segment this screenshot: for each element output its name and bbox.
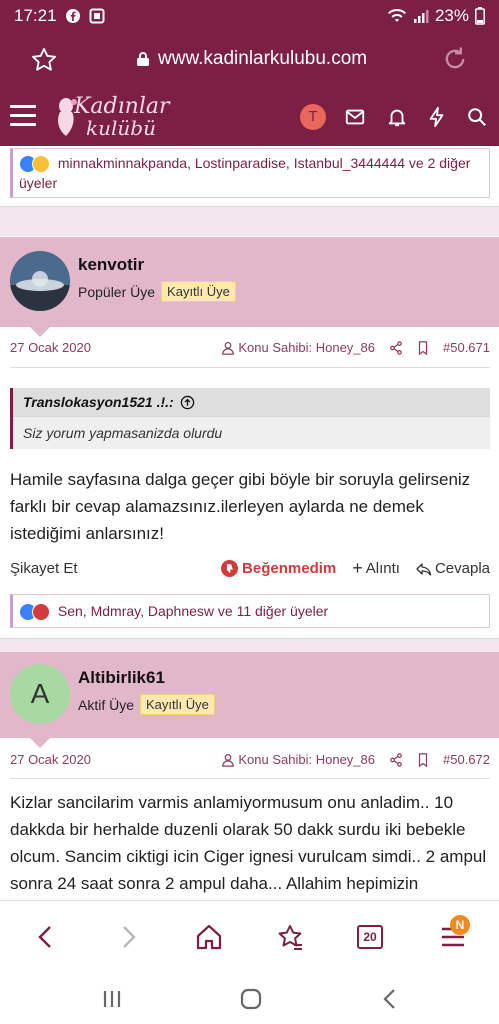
post-number[interactable]: #50.671 [443, 340, 490, 355]
menu-icon[interactable] [10, 105, 36, 127]
post-meta: 27 Ocak 2020 Konu Sahibi: Honey_86 #50.6… [10, 340, 490, 355]
battery-icon [475, 7, 485, 25]
avatar[interactable]: A [10, 664, 70, 724]
logo-text-line2: kulübü [86, 116, 156, 140]
back-icon[interactable] [34, 923, 58, 951]
forward-icon[interactable] [116, 923, 140, 951]
mail-icon[interactable] [344, 106, 366, 128]
role-text: Aktif Üye [78, 696, 135, 713]
reply-button[interactable]: Cevapla [416, 560, 490, 577]
dislike-label: Beğenmedim [242, 560, 337, 577]
dislike-reaction-icon [32, 603, 50, 622]
bell-icon[interactable] [386, 106, 408, 128]
user-role: Popüler Üye Kayıtlı Üye [78, 281, 236, 302]
reaction-users: minnakminnakpanda, Lostinparadise, Istan… [19, 155, 471, 192]
bookmark-icon[interactable] [417, 752, 429, 767]
quote-text: Siz yorum yapmasanizda olurdu [13, 417, 490, 449]
quote-header[interactable]: Translokasyon1521 .!.: [13, 388, 490, 417]
bookmarks-icon[interactable] [276, 923, 304, 951]
post-date[interactable]: 27 Ocak 2020 [10, 340, 91, 355]
member-badge: Kayıtlı Üye [161, 281, 236, 302]
screenshot-icon [89, 8, 105, 24]
user-icon [222, 341, 235, 355]
bookmark-icon[interactable] [417, 340, 429, 355]
recent-apps-icon[interactable] [100, 986, 124, 1012]
reload-icon[interactable] [441, 44, 469, 74]
tabs-button[interactable]: 20 [357, 925, 383, 949]
post-author-block: A Altibirlik61 Aktif Üye Kayıtlı Üye [0, 652, 499, 738]
arrow-up-circle-icon[interactable] [180, 395, 195, 410]
plus-icon: + [352, 558, 363, 578]
report-link[interactable]: Şikayet Et [10, 560, 78, 577]
user-icon [222, 753, 235, 767]
menu-notification-badge: N [450, 915, 470, 935]
thread-owner: Konu Sahibi: Honey_86 [221, 340, 375, 355]
search-icon[interactable] [466, 106, 488, 128]
post-separator [0, 638, 499, 652]
home-icon[interactable] [195, 923, 223, 951]
thread-owner-text: Konu Sahibi: Honey_86 [238, 752, 375, 767]
post-meta: 27 Ocak 2020 Konu Sahibi: Honey_86 #50.6… [10, 752, 490, 767]
user-role: Aktif Üye Kayıtlı Üye [78, 694, 215, 715]
reply-label: Cevapla [434, 560, 490, 577]
quote-author: Translokasyon1521 .!.: [23, 394, 174, 410]
lock-icon [137, 52, 149, 66]
user-avatar[interactable]: T [300, 104, 326, 130]
quote-label: Alıntı [365, 560, 400, 577]
thread-owner: Konu Sahibi: Honey_86 [221, 752, 375, 767]
battery-percent: 23% [434, 6, 469, 25]
site-header: Kadınlar kulübü T [0, 88, 499, 146]
post-actions: Şikayet Et Beğenmedim + Alıntı Cevapla [10, 558, 490, 579]
post-body: Kizlar sancilarim varmis anlamiyormusum … [10, 793, 487, 893]
member-badge: Kayıtlı Üye [140, 694, 215, 715]
wifi-icon [387, 8, 406, 22]
thread-content: minnakminnakpanda, Lostinparadise, Istan… [0, 146, 499, 900]
quote-button[interactable]: + Alıntı [352, 558, 400, 579]
dislike-button[interactable]: Beğenmedim [221, 560, 336, 577]
reaction-summary[interactable]: minnakminnakpanda, Lostinparadise, Istan… [10, 148, 490, 199]
bookmark-star-icon[interactable] [30, 46, 58, 74]
role-text: Popüler Üye [78, 283, 156, 300]
browser-url-bar: www.kadinlarkulubu.com [0, 32, 499, 88]
thumbs-down-icon [221, 560, 239, 577]
lightning-icon[interactable] [426, 106, 448, 128]
username[interactable]: Altibirlik61 [78, 668, 165, 688]
url-text: www.kadinlarkulubu.com [158, 48, 368, 69]
status-bar: 17:21 23% [0, 0, 499, 32]
reaction-icons [19, 155, 50, 174]
quote-block: Translokasyon1521 .!.: Siz yorum yapmasa… [10, 388, 490, 449]
reaction-icons [19, 603, 50, 622]
signal-icon [413, 10, 429, 23]
browser-toolbar: 20 N [0, 900, 499, 976]
reply-icon [416, 562, 432, 576]
post-separator [0, 206, 499, 236]
author-notch [30, 327, 50, 337]
system-nav-bar [0, 976, 499, 1024]
username[interactable]: kenvotir [78, 255, 144, 275]
avatar-image [10, 251, 70, 311]
status-time: 17:21 [14, 6, 57, 25]
meta-divider [10, 778, 490, 779]
home-button-icon[interactable] [238, 986, 264, 1012]
reaction-summary[interactable]: Sen, Mdmray, Daphnesw ve 11 diğer üyeler [10, 594, 490, 629]
post-number[interactable]: #50.672 [443, 752, 490, 767]
address-field[interactable]: www.kadinlarkulubu.com [136, 48, 367, 70]
post-author-block: kenvotir Popüler Üye Kayıtlı Üye [0, 237, 499, 327]
share-icon[interactable] [389, 752, 403, 767]
facebook-icon [65, 9, 80, 23]
system-back-icon[interactable] [378, 986, 402, 1012]
thread-owner-text: Konu Sahibi: Honey_86 [238, 340, 375, 355]
share-icon[interactable] [389, 340, 403, 355]
meta-divider [10, 367, 490, 368]
reaction-users: Sen, Mdmray, Daphnesw ve 11 diğer üyeler [57, 603, 329, 619]
avatar[interactable] [10, 251, 70, 311]
site-logo[interactable]: Kadınlar kulübü [52, 92, 172, 140]
post-body: Hamile sayfasına dalga geçer gibi böyle … [10, 470, 471, 543]
love-eyes-reaction-icon [32, 155, 50, 174]
author-notch [30, 738, 50, 748]
post-date[interactable]: 27 Ocak 2020 [10, 752, 91, 767]
